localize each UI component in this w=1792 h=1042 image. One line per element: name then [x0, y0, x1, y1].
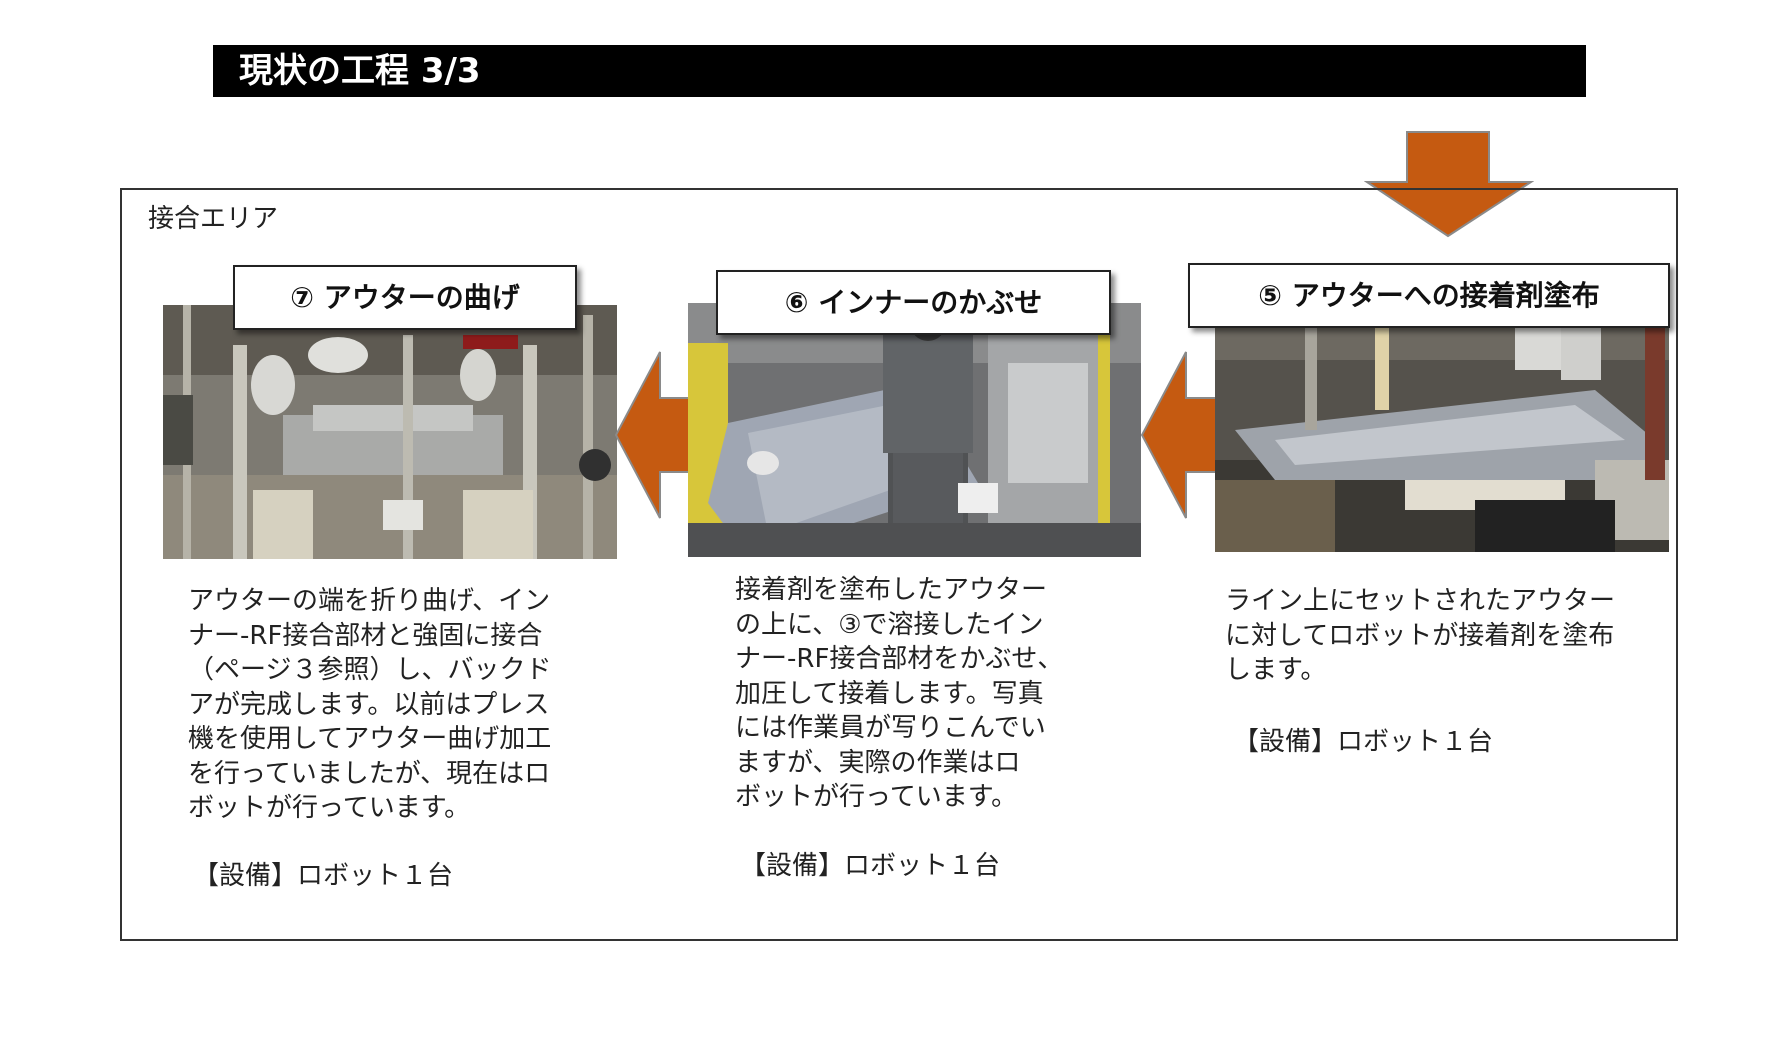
step7-equipment: 【設備】ロボット１台 — [193, 861, 454, 891]
area-label: 接合エリア — [148, 204, 279, 234]
step5-label: ⑤ アウターへの接着剤塗布 — [1188, 263, 1670, 328]
step5-equipment: 【設備】ロボット１台 — [1233, 727, 1494, 757]
step5-photo — [1215, 300, 1669, 552]
step7-label: ⑦ アウターの曲げ — [233, 265, 577, 330]
slide-page: 現状の工程 3/3 接合エリア ⑦ アウターの曲げ アウターの端を折り曲げ、イン… — [0, 0, 1792, 1042]
step7-description: アウターの端を折り曲げ、イン ナー-RF接合部材と強固に接合 （ページ３参照）し… — [188, 586, 552, 823]
step6-description: 接着剤を塗布したアウター の上に、③で溶接したイン ナー-RF接合部材をかぶせ、… — [735, 575, 1064, 812]
page-title: 現状の工程 3/3 — [213, 45, 1586, 97]
step5-description: ライン上にセットされたアウター に対してロボットが接着剤を塗布 します。 — [1225, 586, 1616, 685]
step7-photo — [163, 305, 617, 559]
step6-label: ⑥ インナーのかぶせ — [716, 270, 1111, 335]
step6-photo — [688, 303, 1141, 557]
step6-equipment: 【設備】ロボット１台 — [740, 851, 1001, 881]
